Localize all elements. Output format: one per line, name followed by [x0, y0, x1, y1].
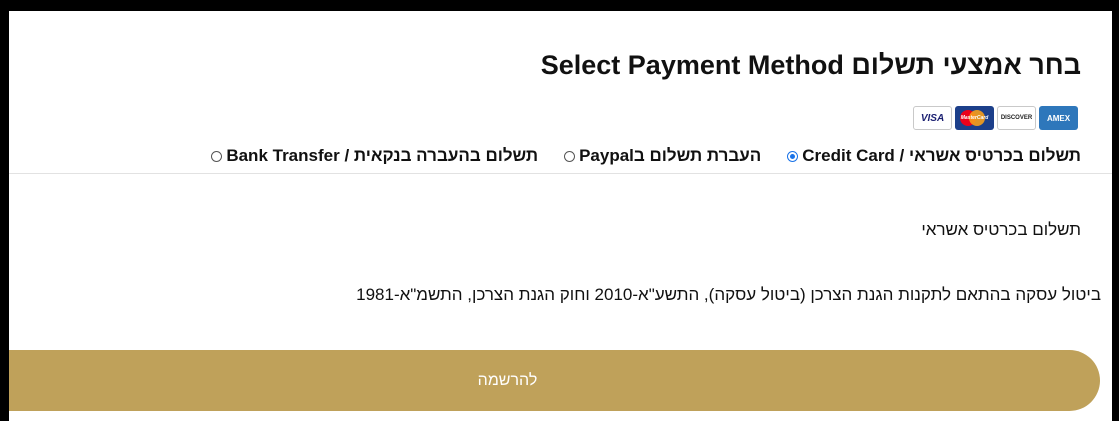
frame-right-border: [1112, 0, 1119, 421]
mastercard-logo-text: MasterCard: [960, 115, 989, 121]
selected-method-label: תשלום בכרטיס אשראי: [921, 220, 1081, 239]
frame-top-border: [0, 0, 1119, 11]
payment-option-paypal[interactable]: העברת תשלום בPaypal: [564, 146, 761, 166]
radio-bank-transfer[interactable]: [211, 150, 223, 162]
payment-option-credit-card[interactable]: תשלום בכרטיס אשראי / Credit Card: [787, 146, 1081, 166]
payment-option-label: תשלום בהעברה בנקאית / Bank Transfer: [226, 146, 539, 165]
payment-option-bank-transfer[interactable]: תשלום בהעברה בנקאית / Bank Transfer: [211, 146, 538, 166]
radio-paypal[interactable]: [564, 150, 576, 162]
discover-logo-icon: DISCOVER: [997, 106, 1036, 130]
section-divider: [9, 173, 1112, 174]
payment-option-label: תשלום בכרטיס אשראי / Credit Card: [802, 146, 1081, 165]
payment-option-label: העברת תשלום בPaypal: [579, 146, 762, 165]
radio-credit-card[interactable]: [787, 150, 799, 162]
visa-logo-icon: VISA: [913, 106, 952, 130]
frame-left-border: [0, 0, 9, 421]
register-button[interactable]: להרשמה: [9, 350, 1100, 411]
mastercard-logo-icon: MasterCard: [955, 106, 994, 130]
card-logos: VISA MasterCard DISCOVER AMEX: [913, 106, 1078, 130]
cancellation-notice: ביטול עסקה בהתאם לתקנות הגנת הצרכן (ביטו…: [356, 285, 1101, 304]
amex-logo-icon: AMEX: [1039, 106, 1078, 130]
page-title: בחר אמצעי תשלום Select Payment Method: [540, 50, 1081, 80]
payment-method-options: תשלום בכרטיס אשראי / Credit Card העברת ת…: [211, 146, 1081, 166]
